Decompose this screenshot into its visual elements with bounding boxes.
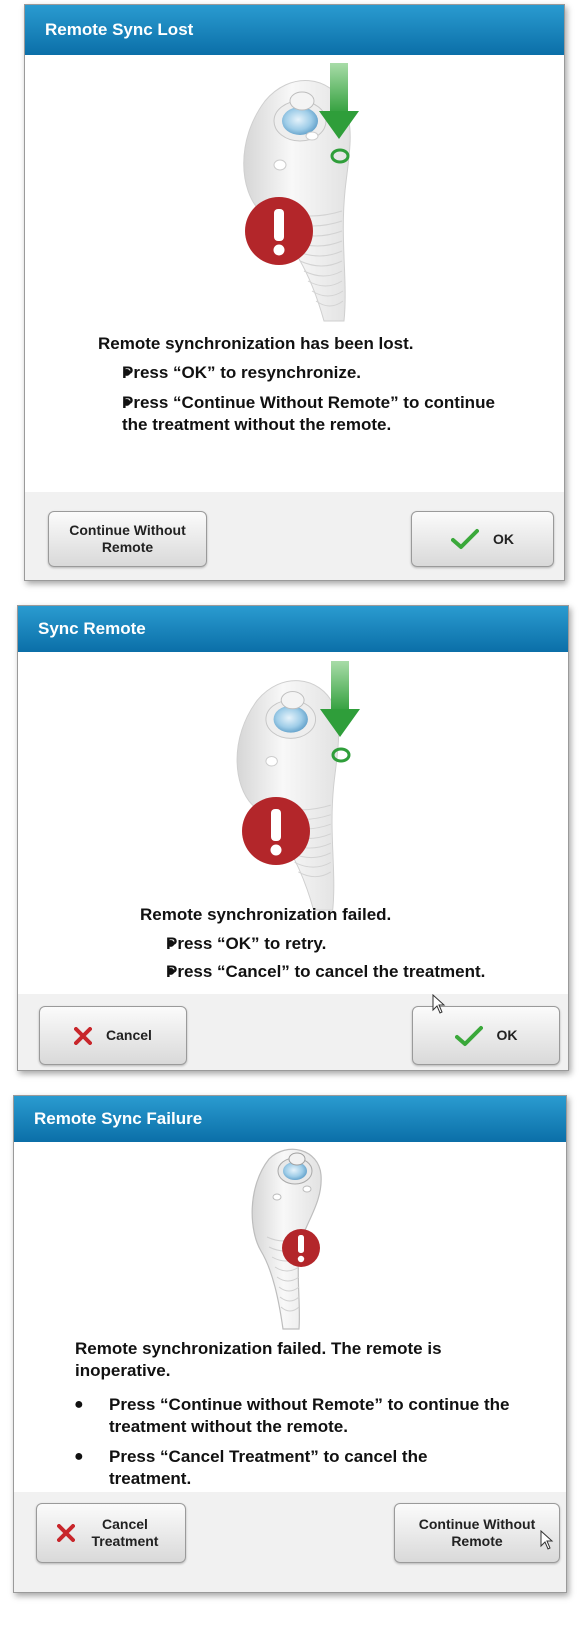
- remote-device-icon: [243, 80, 351, 322]
- mouse-pointer-icon: [540, 1530, 554, 1550]
- dialog-message: Remote synchronization failed.: [140, 905, 392, 924]
- check-icon: [451, 528, 479, 550]
- check-icon: [454, 1025, 483, 1047]
- status-led-icon: [330, 148, 350, 164]
- status-led-icon: [331, 747, 351, 763]
- alert-icon: [282, 1229, 320, 1267]
- remote-sync-lost-dialog: Remote Sync Lost Remote synchronization …: [24, 4, 565, 581]
- ok-button[interactable]: OK: [411, 511, 554, 567]
- instruction-list: ● Press “OK” to resynchronize. ● Press “Co…: [104, 362, 544, 444]
- alert-icon: [245, 197, 313, 265]
- down-arrow-icon: [319, 63, 359, 139]
- list-item: ● Press “Continue Without Remote” to cont…: [122, 393, 495, 434]
- alert-icon: [242, 797, 310, 865]
- continue-without-remote-button[interactable]: Continue Without Remote: [394, 1503, 560, 1563]
- sync-remote-dialog: Sync Remote Remote synchronization faile…: [17, 605, 569, 1071]
- dialog-title: Remote Sync Failure: [14, 1096, 566, 1142]
- remote-sync-failure-dialog: Remote Sync Failure Remote synchronizati…: [13, 1095, 567, 1593]
- dialog-message: Remote synchronization has been lost.: [98, 334, 414, 353]
- continue-without-remote-button[interactable]: Continue Without Remote: [48, 511, 207, 567]
- cancel-button[interactable]: Cancel: [39, 1006, 187, 1065]
- list-item: ● Press “Continue without Remote” to cont…: [74, 1395, 510, 1436]
- mouse-pointer-icon: [432, 994, 446, 1014]
- down-arrow-icon: [320, 661, 360, 737]
- list-item: ● Press “OK” to retry.: [166, 934, 327, 953]
- instruction-list: ● Press “Continue without Remote” to cont…: [72, 1394, 512, 1498]
- dialog-title: Remote Sync Lost: [25, 5, 564, 55]
- list-item: ● Press “Cancel” to cancel the treatment.: [166, 962, 486, 981]
- instruction-list: ● Press “OK” to retry. ● Press “Cancel” to…: [148, 933, 558, 991]
- list-item: ● Press “OK” to resynchronize.: [122, 363, 362, 382]
- dialog-title: Sync Remote: [18, 606, 568, 652]
- ok-button[interactable]: OK: [412, 1006, 560, 1065]
- dialog-message: Remote synchronization failed. The remot…: [75, 1339, 442, 1380]
- list-item: ● Press “Cancel Treatment” to cancel the …: [74, 1447, 428, 1488]
- cancel-treatment-button[interactable]: Cancel Treatment: [36, 1503, 186, 1563]
- x-icon: [57, 1524, 75, 1542]
- x-icon: [74, 1026, 93, 1045]
